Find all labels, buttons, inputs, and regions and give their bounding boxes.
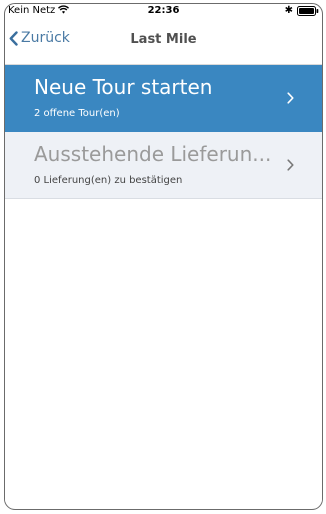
chevron-right-icon [287, 92, 294, 104]
empty-content-area [5, 199, 322, 502]
status-right-group: ✱ [285, 6, 319, 16]
menu-item-title: Ausstehende Lieferun... [34, 142, 272, 166]
battery-icon [297, 6, 319, 16]
menu-item-title: Neue Tour starten [34, 75, 213, 99]
phone-screen: Kein Netz 22:36 ✱ Zurück Last Mile Neue [4, 3, 323, 510]
page-title: Last Mile [130, 32, 197, 47]
navigation-bar: Zurück Last Mile [5, 20, 322, 65]
status-time: 22:36 [147, 5, 180, 16]
status-bar: Kein Netz 22:36 ✱ [5, 4, 322, 20]
menu-item-subtitle: 2 offene Tour(en) [34, 108, 120, 119]
menu-item-pending-deliveries[interactable]: Ausstehende Lieferun... 0 Lieferung(en) … [5, 132, 322, 199]
menu-item-new-tour[interactable]: Neue Tour starten 2 offene Tour(en) [5, 65, 322, 132]
menu-item-subtitle: 0 Lieferung(en) zu bestätigen [34, 175, 183, 186]
bluetooth-icon: ✱ [284, 5, 293, 16]
chevron-right-icon [287, 159, 294, 171]
